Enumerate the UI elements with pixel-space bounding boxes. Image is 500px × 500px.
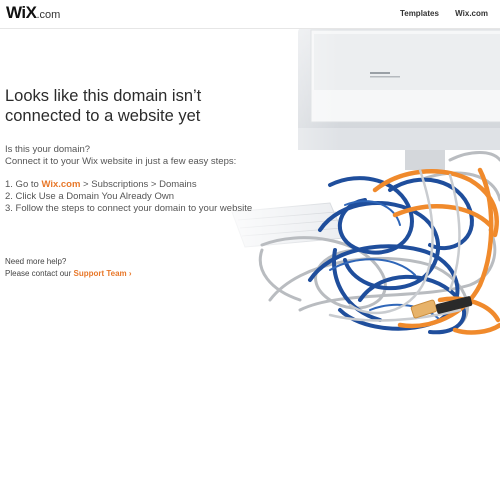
step-1-suffix: > Subscriptions > Domains xyxy=(80,179,197,190)
help-line-2: Please contact our Support Team › xyxy=(5,268,305,280)
wix-logo[interactable]: WiX.com xyxy=(6,3,60,23)
intro-text: Is this your domain? Connect it to your … xyxy=(5,144,305,168)
headline-line-2: connected to a website yet xyxy=(5,107,201,125)
steps-list: 1. Go to Wix.com > Subscriptions > Domai… xyxy=(5,179,305,215)
page: WiX.com Templates Wix.com Looks like thi… xyxy=(0,0,500,500)
step-3: 3. Follow the steps to connect your doma… xyxy=(5,203,253,214)
page-title: Looks like this domain isn’t connected t… xyxy=(5,86,305,126)
wix-com-link[interactable]: Wix.com xyxy=(41,179,80,190)
headline-line-1: Looks like this domain isn’t xyxy=(5,87,202,105)
intro-line-2: Connect it to your Wix website in just a… xyxy=(5,156,237,167)
nav-templates-link[interactable]: Templates xyxy=(400,9,439,18)
step-1-prefix: 1. Go to xyxy=(5,179,42,190)
logo-suffix: .com xyxy=(36,9,61,21)
nav-wix-link[interactable]: Wix.com xyxy=(455,9,488,18)
help-prefix: Please contact our xyxy=(5,269,74,278)
step-1: 1. Go to Wix.com > Subscriptions > Domai… xyxy=(5,179,305,191)
help-line-1: Need more help? xyxy=(5,257,67,266)
top-header: WiX.com Templates Wix.com xyxy=(0,0,500,29)
main-content: Looks like this domain isn’t connected t… xyxy=(5,86,305,280)
intro-line-1: Is this your domain? xyxy=(5,144,91,155)
top-nav: Templates Wix.com xyxy=(386,9,488,18)
help-text: Need more help? Please contact our Suppo… xyxy=(5,256,305,280)
step-2: 2. Click Use a Domain You Already Own xyxy=(5,191,174,202)
support-team-link[interactable]: Support Team › xyxy=(73,269,131,278)
logo-wordmark: WiX xyxy=(6,3,37,22)
